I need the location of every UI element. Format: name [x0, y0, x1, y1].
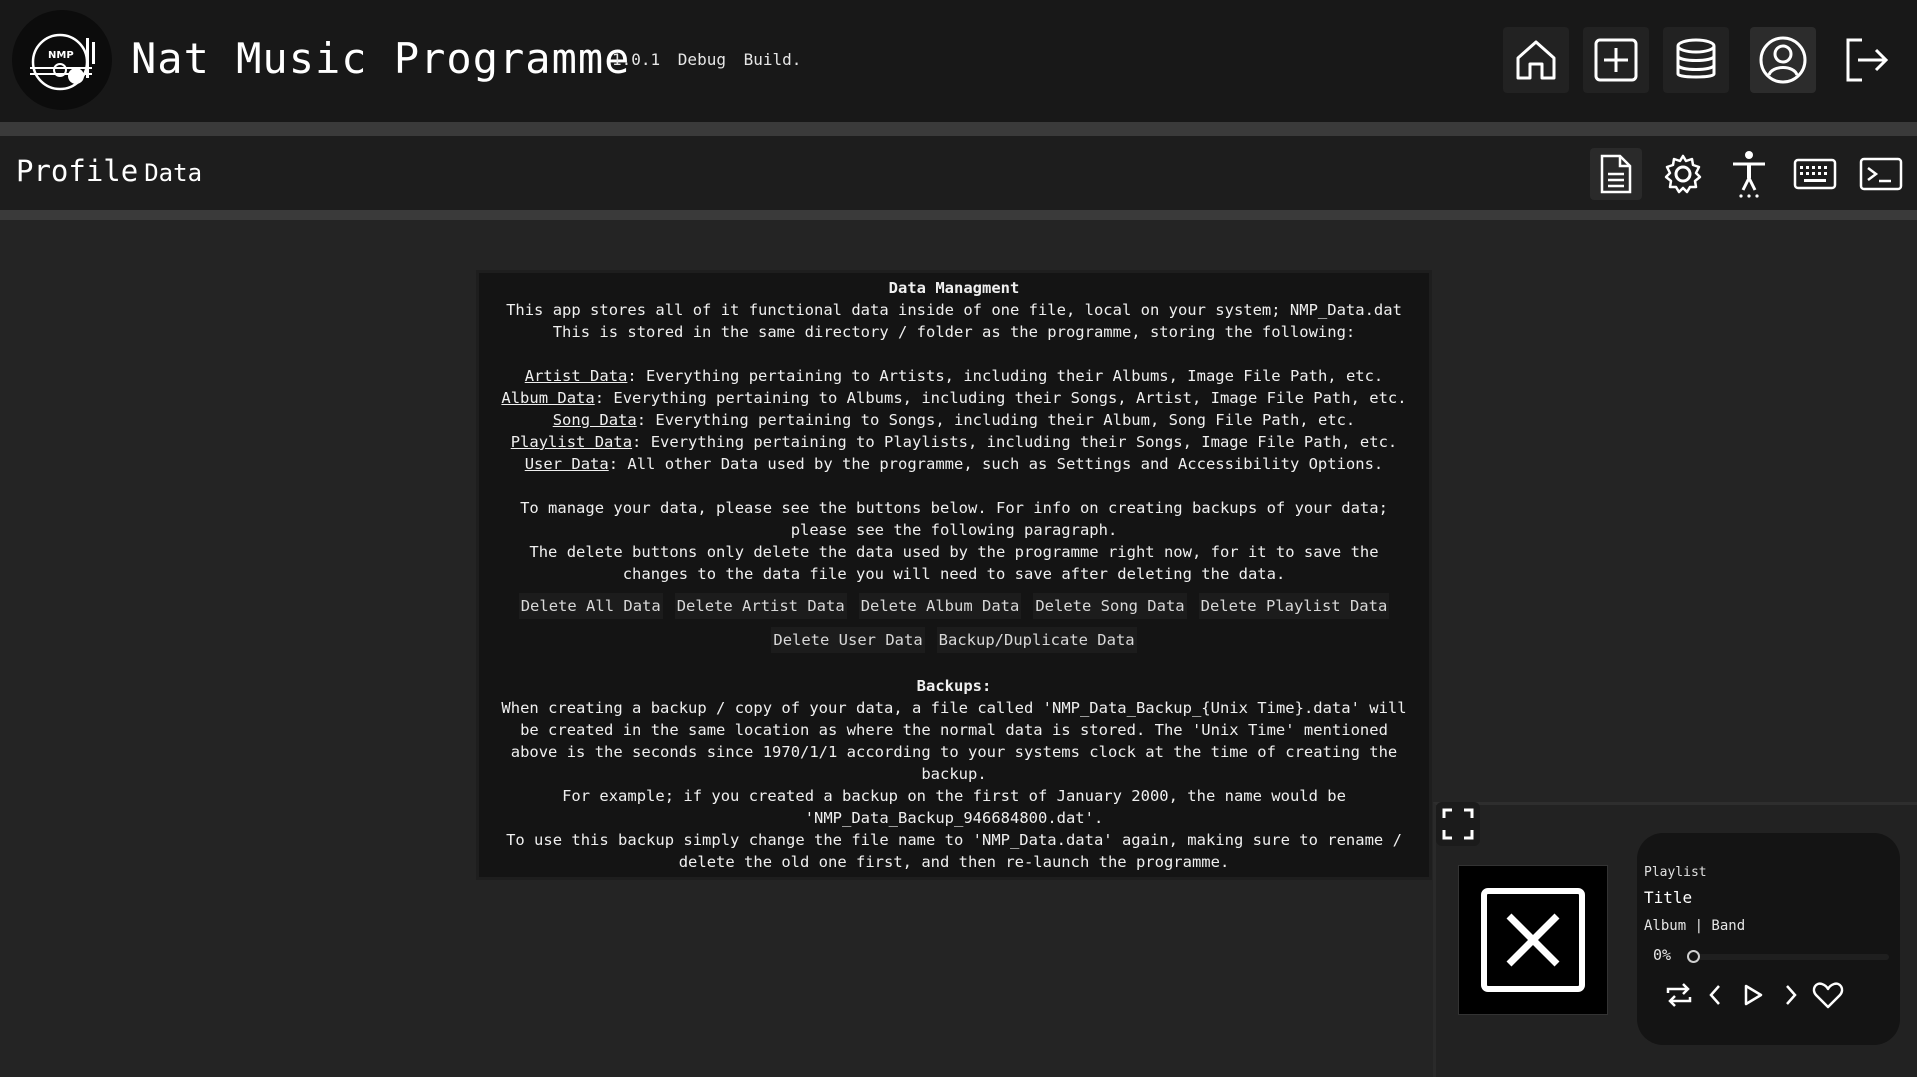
data-item-label: User Data: [524, 455, 609, 473]
backups-line: above is the seconds since 1970/1/1 acco…: [510, 743, 1398, 761]
backup-data-button[interactable]: Backup/Duplicate Data: [936, 627, 1137, 653]
data-item-label: Playlist Data: [510, 433, 633, 451]
previous-button[interactable]: [1697, 977, 1733, 1013]
progress-text: 0%: [1653, 946, 1672, 964]
keyboard-button[interactable]: [1789, 148, 1841, 200]
now-playing-card: Playlist Title Album | Band 0%: [1637, 833, 1900, 1045]
top-bar: NMP Nat Music Programme 1.0.1 Debug Buil…: [0, 0, 1917, 122]
backups-heading: Backups:: [916, 677, 992, 695]
data-item-album: Album Data: Everything pertaining to Alb…: [479, 387, 1429, 409]
svg-text:NMP: NMP: [48, 50, 74, 61]
intro-line: This is stored in the same directory / f…: [552, 323, 1356, 341]
backups-line: backup.: [921, 765, 987, 783]
progress-handle[interactable]: [1687, 950, 1700, 963]
database-icon: [1676, 38, 1716, 79]
data-item-artist: Artist Data: Everything pertaining to Ar…: [479, 365, 1429, 387]
data-item-text: : Everything pertaining to Albums, inclu…: [594, 389, 1407, 407]
app-logo: NMP: [12, 10, 112, 110]
sub-header: Profile Data: [0, 136, 1917, 210]
delete-album-data-button[interactable]: Delete Album Data: [858, 593, 1022, 619]
home-button[interactable]: [1503, 27, 1569, 93]
terminal-button[interactable]: [1855, 148, 1907, 200]
settings-button[interactable]: [1657, 148, 1709, 200]
delete-all-data-button[interactable]: Delete All Data: [518, 593, 663, 619]
version-label: 1.0.1 Debug Build.: [612, 50, 802, 69]
app-title: Nat Music Programme: [131, 34, 631, 83]
delete-playlist-data-button[interactable]: Delete Playlist Data: [1198, 593, 1390, 619]
favourite-button[interactable]: [1810, 977, 1846, 1013]
logout-icon: [1846, 38, 1889, 82]
album-cover: [1458, 865, 1608, 1015]
data-item-label: Song Data: [552, 411, 637, 429]
backups-line: 'NMP_Data_Backup_946684800.dat'.: [804, 809, 1104, 827]
no-image-icon: [1481, 888, 1585, 992]
fullscreen-icon: [1442, 808, 1474, 840]
add-button[interactable]: [1583, 27, 1649, 93]
delete-artist-data-button[interactable]: Delete Artist Data: [674, 593, 847, 619]
profile-icon: [1759, 36, 1807, 84]
backups-line: be created in the same location as where…: [520, 721, 1388, 739]
manage-line: To manage your data, please see the butt…: [520, 499, 1388, 517]
data-item-song: Song Data: Everything pertaining to Song…: [479, 409, 1429, 431]
accessibility-button[interactable]: [1723, 148, 1775, 200]
data-item-label: Album Data: [501, 389, 595, 407]
gear-icon: [1664, 154, 1702, 194]
logout-button[interactable]: [1834, 27, 1900, 93]
terminal-icon: [1859, 157, 1903, 191]
backups-line: For example; if you created a backup on …: [562, 787, 1346, 805]
panel-heading: Data Managment: [888, 279, 1020, 297]
page-title: Profile Data: [16, 154, 202, 188]
backups-line: delete the old one first, and then re-la…: [678, 853, 1230, 871]
home-icon: [1516, 40, 1556, 80]
playing-context: Playlist: [1644, 865, 1707, 880]
data-item-text: : Everything pertaining to Playlists, in…: [632, 433, 1398, 451]
intro-line: This app stores all of it functional dat…: [506, 301, 1402, 319]
data-item-playlist: Playlist Data: Everything pertaining to …: [479, 431, 1429, 453]
track-subtitle: Album | Band: [1644, 918, 1746, 934]
manage-line: please see the following paragraph.: [790, 521, 1118, 539]
manage-line: changes to the data file you will need t…: [622, 565, 1286, 583]
data-item-user: User Data: All other Data used by the pr…: [479, 453, 1429, 475]
data-item-text: : Everything pertaining to Artists, incl…: [627, 367, 1384, 385]
keyboard-icon: [1793, 158, 1837, 190]
divider: [0, 210, 1917, 220]
delete-buttons-row: Delete All Data Delete Artist Data Delet…: [479, 593, 1429, 619]
heart-icon: [1812, 982, 1844, 1009]
repeat-icon: [1666, 983, 1692, 1007]
repeat-button[interactable]: [1661, 977, 1697, 1013]
divider: [0, 122, 1917, 136]
delete-user-data-button[interactable]: Delete User Data: [771, 627, 925, 653]
play-button[interactable]: [1735, 977, 1771, 1013]
backups-line: When creating a backup / copy of your da…: [501, 699, 1407, 717]
manage-line: The delete buttons only delete the data …: [529, 543, 1379, 561]
profile-button[interactable]: [1750, 27, 1816, 93]
previous-icon: [1709, 985, 1720, 1005]
track-title: Title: [1644, 888, 1693, 907]
add-icon: [1594, 38, 1638, 82]
play-icon: [1744, 984, 1763, 1006]
delete-song-data-button[interactable]: Delete Song Data: [1033, 593, 1187, 619]
delete-buttons-row: Delete User Data Backup/Duplicate Data: [479, 627, 1429, 653]
data-item-text: : All other Data used by the programme, …: [608, 455, 1384, 473]
backups-line: To use this backup simply change the fil…: [506, 831, 1402, 849]
document-button[interactable]: [1590, 148, 1642, 200]
data-item-label: Artist Data: [524, 367, 628, 385]
next-button[interactable]: [1773, 977, 1809, 1013]
next-icon: [1786, 985, 1797, 1005]
database-button[interactable]: [1663, 27, 1729, 93]
data-management-panel: Data Managment This app stores all of it…: [476, 270, 1432, 880]
data-item-text: : Everything pertaining to Songs, includ…: [636, 411, 1356, 429]
fullscreen-button[interactable]: [1436, 802, 1480, 846]
progress-slider[interactable]: [1689, 954, 1889, 960]
document-icon: [1600, 154, 1632, 194]
page-title-main: Profile: [16, 154, 139, 188]
accessibility-icon: [1733, 151, 1765, 198]
page-title-sub: Data: [144, 159, 203, 187]
